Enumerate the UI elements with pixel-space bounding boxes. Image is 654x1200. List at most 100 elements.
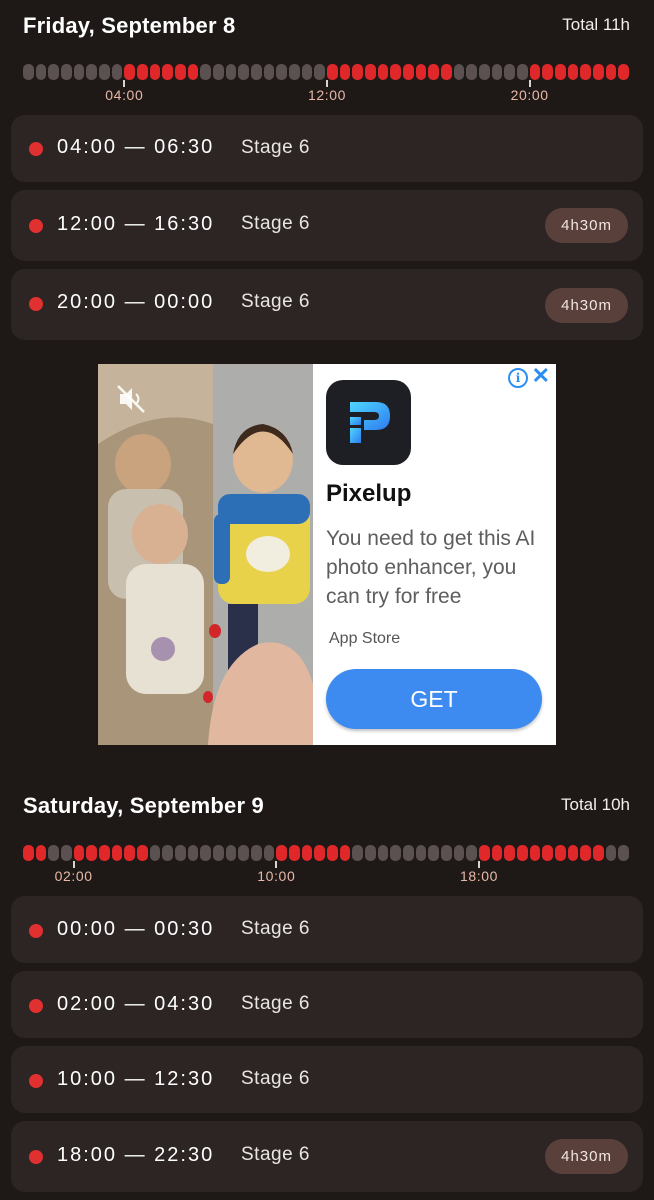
timeline-segment — [23, 845, 34, 861]
timeline-tick — [528, 80, 531, 87]
outage-slot[interactable]: 20:00 — 00:00 Stage 6 4h30m — [11, 269, 643, 340]
ad-content: Pixelup You need to get this AI photo en… — [313, 364, 556, 745]
timeline-segment — [339, 64, 351, 80]
timeline-segment — [580, 64, 591, 80]
slot-time: 20:00 — 00:00 — [57, 291, 215, 313]
timeline-segment — [35, 845, 47, 861]
timeline-segment — [23, 64, 34, 80]
info-icon[interactable]: i — [508, 368, 528, 388]
timeline-segment — [403, 64, 414, 80]
timeline-segment — [555, 845, 566, 861]
slot-time: 18:00 — 22:30 — [57, 1144, 215, 1166]
timeline-segment — [276, 64, 287, 80]
timeline-segment — [238, 845, 249, 861]
timeline-tick-label: 12:00 — [307, 87, 347, 103]
timeline-segment — [479, 64, 490, 80]
timeline-segment — [428, 64, 439, 80]
timeline-segment — [390, 845, 401, 861]
timeline-segment — [149, 64, 161, 80]
timeline-segment — [415, 64, 427, 80]
timeline-segment — [441, 845, 452, 861]
ad-photo[interactable] — [98, 364, 313, 745]
timeline-segment — [428, 845, 439, 861]
timeline-segment — [517, 64, 528, 80]
timeline-segment — [263, 64, 275, 80]
timeline-segment — [149, 845, 161, 861]
status-dot — [29, 1074, 43, 1088]
timeline-segment — [327, 845, 338, 861]
outage-slot[interactable]: 10:00 — 12:30 Stage 6 — [11, 1046, 643, 1113]
timeline-segment — [35, 64, 47, 80]
timeline-tick-label: 18:00 — [459, 868, 499, 884]
outage-slot[interactable]: 00:00 — 00:30 Stage 6 — [11, 896, 643, 963]
timeline-tick-label: 10:00 — [257, 868, 296, 884]
outage-slot[interactable]: 18:00 — 22:30 Stage 6 4h30m — [11, 1121, 643, 1192]
day-header: Saturday, September 9 Total 10h — [23, 793, 630, 833]
timeline-segment — [377, 845, 389, 861]
timeline-segment — [86, 64, 97, 80]
ad-banner[interactable]: Pixelup You need to get this AI photo en… — [98, 364, 556, 745]
duration-badge: 4h30m — [545, 208, 628, 243]
timeline-segment — [124, 845, 135, 861]
slot-time: 00:00 — 00:30 — [57, 918, 215, 940]
timeline-segment — [99, 64, 110, 80]
duration-badge: 4h30m — [545, 288, 628, 323]
timeline-segment — [466, 64, 477, 80]
timeline-tick — [72, 861, 75, 868]
close-icon[interactable]: ✕ — [532, 365, 550, 387]
timeline-segment — [529, 845, 541, 861]
ad-description: You need to get this AI photo enhancer, … — [326, 527, 536, 608]
timeline-segment — [124, 64, 135, 80]
day-timeline: 04:00 12:00 20:00 — [23, 64, 631, 103]
timeline-segment — [555, 64, 566, 80]
timeline-segment — [466, 845, 477, 861]
timeline-segment — [580, 845, 591, 861]
timeline-segment — [390, 64, 401, 80]
pixelup-logo-icon — [350, 402, 390, 443]
slot-stage: Stage 6 — [241, 993, 310, 1014]
slot-time: 10:00 — 12:30 — [57, 1068, 215, 1090]
slot-time: 02:00 — 04:30 — [57, 993, 215, 1015]
timeline-segment — [542, 64, 553, 80]
status-dot — [29, 219, 43, 233]
timeline-segment — [327, 64, 338, 80]
slot-stage: Stage 6 — [241, 137, 310, 158]
timeline-segment — [213, 845, 224, 861]
outage-slot[interactable]: 04:00 — 06:30 Stage 6 — [11, 115, 643, 182]
timeline-segment — [162, 64, 173, 80]
timeline-segment — [175, 845, 186, 861]
timeline-segment — [301, 845, 313, 861]
timeline-segment — [504, 845, 515, 861]
timeline-segment — [200, 845, 211, 861]
timeline-segment — [491, 845, 503, 861]
timeline-segment — [529, 64, 541, 80]
timeline-segment — [73, 64, 85, 80]
outage-slot[interactable]: 12:00 — 16:30 Stage 6 4h30m — [11, 190, 643, 261]
timeline-segment — [301, 64, 313, 80]
timeline-segment — [187, 64, 199, 80]
outage-slot[interactable]: 02:00 — 04:30 Stage 6 — [11, 971, 643, 1038]
timeline-segment — [453, 64, 465, 80]
timeline-segment — [137, 845, 148, 861]
timeline-tick-label: 02:00 — [54, 868, 93, 884]
timeline-segment — [225, 64, 237, 80]
timeline-segment — [200, 64, 211, 80]
timeline-segment — [162, 845, 173, 861]
get-button[interactable]: GET — [326, 669, 542, 729]
app-logo[interactable] — [326, 380, 411, 465]
slot-time: 04:00 — 06:30 — [57, 136, 215, 158]
day-title: Friday, September 8 — [23, 13, 236, 38]
slot-stage: Stage 6 — [241, 1068, 310, 1089]
timeline-segment — [73, 845, 85, 861]
status-dot — [29, 1150, 43, 1164]
slot-stage: Stage 6 — [241, 918, 310, 939]
day-total: Total 10h — [561, 795, 630, 814]
timeline-segment — [339, 845, 351, 861]
timeline-segment — [504, 64, 515, 80]
ad-app-name[interactable]: Pixelup — [326, 480, 411, 508]
timeline-segment — [441, 64, 452, 80]
slot-time: 12:00 — 16:30 — [57, 213, 215, 235]
timeline-segment — [175, 64, 186, 80]
timeline-segment — [479, 845, 490, 861]
status-dot — [29, 297, 43, 311]
